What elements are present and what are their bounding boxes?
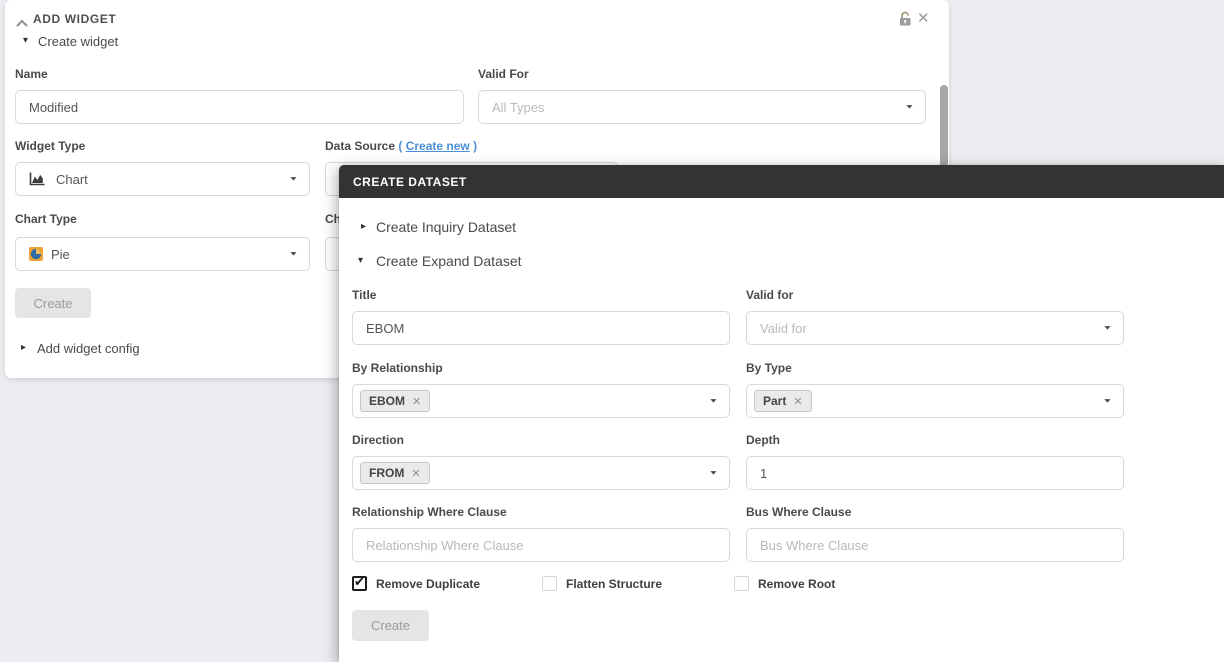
rel-where-input[interactable]	[352, 528, 730, 562]
chevron-down-icon: ▼	[288, 176, 299, 182]
chip-remove-icon[interactable]: ✕	[793, 395, 802, 408]
relationship-chip: EBOM ✕	[360, 390, 431, 412]
bus-where-label: Bus Where Clause	[746, 505, 852, 519]
lock-icon[interactable]	[898, 11, 912, 32]
section-expand-icon[interactable]: ▾	[23, 36, 28, 46]
checkbox-remove-root[interactable]: Remove Root	[734, 576, 835, 591]
by-type-label: By Type	[746, 361, 792, 375]
name-input[interactable]	[15, 90, 464, 124]
modal-title: CREATE DATASET	[353, 174, 467, 189]
data-source-label-text: Data Source	[325, 139, 396, 153]
checkbox-box[interactable]	[352, 574, 367, 591]
create-expand-dataset-item[interactable]: Create Expand Dataset	[376, 253, 522, 269]
chart-icon	[29, 172, 45, 186]
expand-expand-icon[interactable]: ▾	[358, 256, 363, 266]
chevron-down-icon: ▼	[288, 251, 299, 257]
create-dataset-modal: CREATE DATASET ▸ Create Inquiry Dataset …	[339, 165, 1224, 662]
modal-header: CREATE DATASET	[339, 165, 1224, 198]
valid-for-label: Valid For	[478, 67, 529, 81]
type-chip: Part ✕	[754, 390, 812, 412]
depth-input[interactable]	[746, 456, 1124, 490]
direction-select[interactable]: FROM ✕ ▼	[352, 456, 730, 490]
bus-where-input[interactable]	[746, 528, 1124, 562]
valid-for-placeholder: All Types	[492, 99, 545, 115]
direction-chip: FROM ✕	[360, 462, 430, 484]
chevron-down-icon: ▼	[708, 398, 719, 404]
title-label: Title	[352, 288, 377, 302]
valid-for-select[interactable]: All Types ▼	[478, 90, 926, 124]
add-widget-config-toggle[interactable]: Add widget config	[37, 341, 140, 356]
checkbox-label: Remove Root	[758, 576, 836, 591]
widget-type-value: Chart	[56, 171, 88, 187]
chart-type-value: Pie	[51, 246, 70, 262]
type-chip-text: Part	[763, 394, 787, 408]
title-input[interactable]	[352, 311, 730, 345]
config-expand-icon[interactable]: ▸	[21, 343, 26, 353]
depth-label: Depth	[746, 433, 780, 447]
name-label: Name	[15, 67, 48, 81]
chevron-down-icon: ▼	[708, 470, 719, 476]
chevron-down-icon: ▼	[1102, 325, 1113, 331]
modal-valid-for-select[interactable]: Valid for ▼	[746, 311, 1124, 345]
widget-type-select[interactable]: Chart ▼	[15, 162, 310, 196]
close-icon[interactable]: ✕	[917, 9, 930, 27]
dataset-create-button[interactable]: Create	[352, 610, 429, 641]
create-new-link-text[interactable]: Create new	[406, 139, 470, 153]
checkbox-label: Remove Duplicate	[376, 576, 481, 591]
paren-close: )	[473, 139, 478, 153]
modal-valid-for-placeholder: Valid for	[760, 320, 807, 336]
data-source-label: Data Source ( Create new )	[325, 139, 477, 153]
by-relationship-label: By Relationship	[352, 361, 443, 375]
panel-title: ADD WIDGET	[33, 12, 117, 26]
direction-chip-text: FROM	[369, 466, 405, 480]
direction-label: Direction	[352, 433, 405, 447]
chevron-down-icon: ▼	[1102, 398, 1113, 404]
checkbox-box[interactable]	[734, 576, 749, 591]
chip-remove-icon[interactable]: ✕	[412, 395, 421, 408]
chip-remove-icon[interactable]: ✕	[411, 467, 420, 480]
pie-chart-icon	[29, 247, 43, 261]
chevron-down-icon: ▼	[904, 104, 915, 110]
checkbox-label: Flatten Structure	[566, 576, 663, 591]
modal-valid-for-label: Valid for	[746, 288, 794, 302]
create-inquiry-dataset-item[interactable]: Create Inquiry Dataset	[376, 219, 516, 235]
checkbox-flatten-structure[interactable]: Flatten Structure	[542, 576, 662, 591]
checkbox-remove-duplicate[interactable]: Remove Duplicate	[352, 574, 481, 591]
chart-type-label: Chart Type	[15, 212, 77, 226]
create-new-link[interactable]: ( Create new )	[398, 139, 477, 153]
by-relationship-select[interactable]: EBOM ✕ ▼	[352, 384, 730, 418]
widget-type-label: Widget Type	[15, 139, 86, 153]
inquiry-expand-icon[interactable]: ▸	[361, 222, 366, 232]
checkbox-box[interactable]	[542, 576, 557, 591]
collapse-chevron-icon[interactable]	[16, 14, 28, 32]
chart-type-select[interactable]: Pie ▼	[15, 237, 310, 271]
relationship-chip-text: EBOM	[369, 394, 405, 408]
widget-create-button[interactable]: Create	[15, 288, 91, 318]
rel-where-label: Relationship Where Clause	[352, 505, 507, 519]
by-type-select[interactable]: Part ✕ ▼	[746, 384, 1124, 418]
create-widget-section-label[interactable]: Create widget	[38, 34, 118, 49]
panel-scrollbar-thumb[interactable]	[940, 85, 948, 167]
paren-open: (	[398, 139, 403, 153]
